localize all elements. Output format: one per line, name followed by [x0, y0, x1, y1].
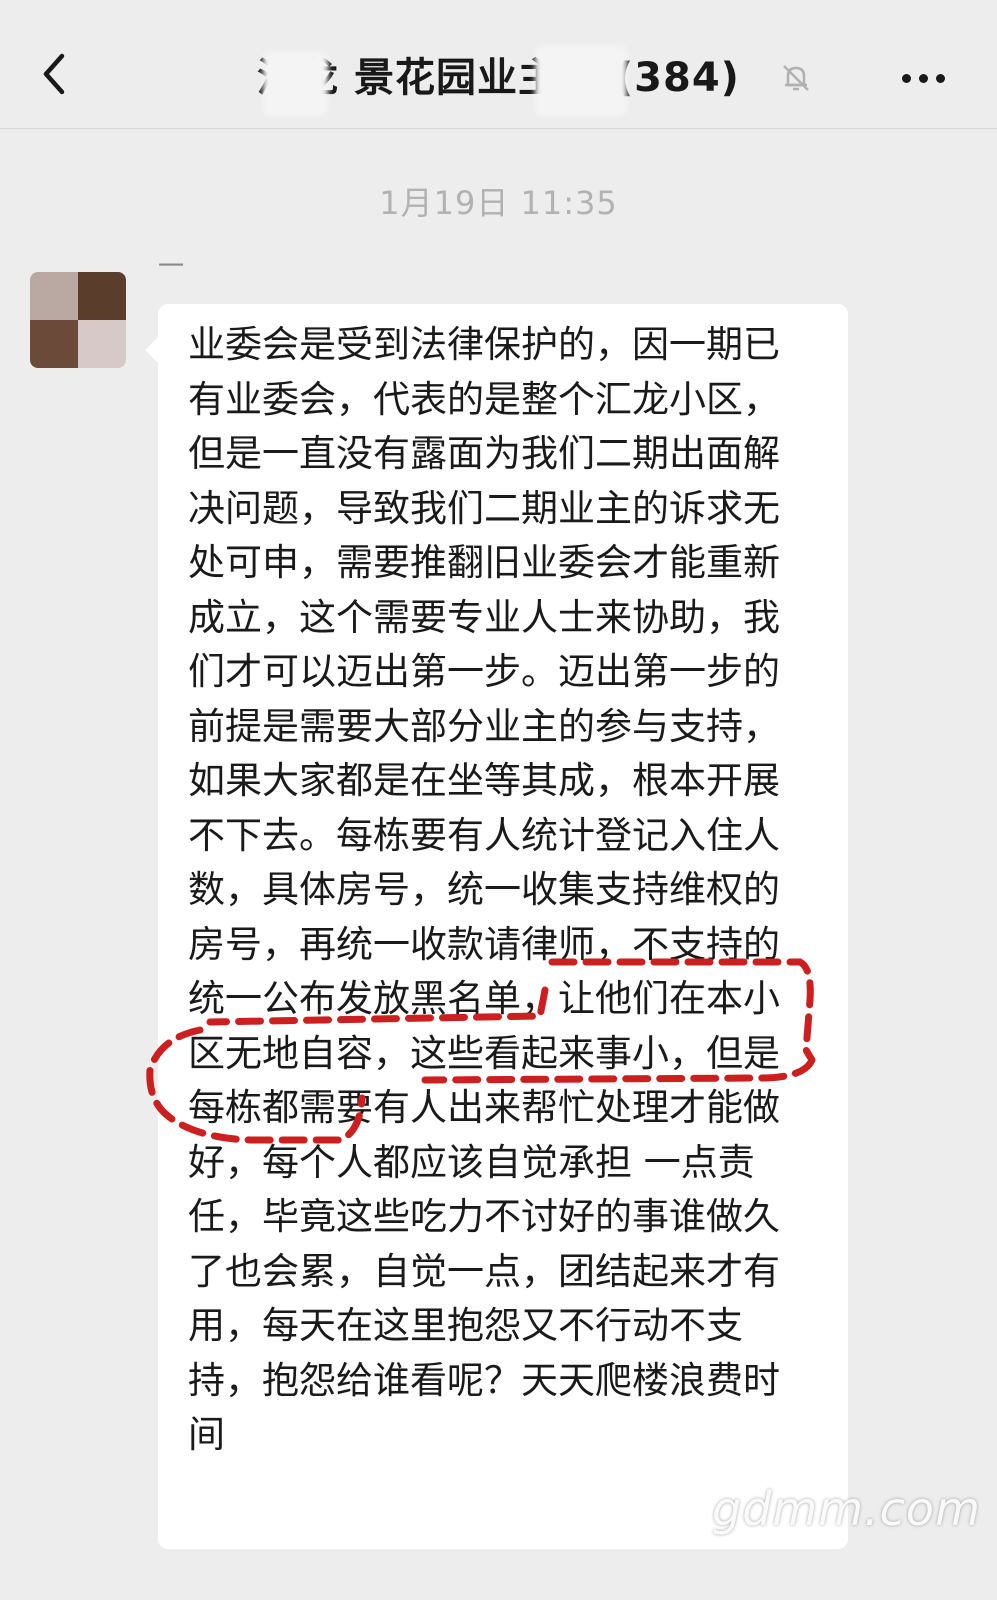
group-title: 汇龙 景花园业主 群(384): [257, 55, 740, 101]
message-timestamp: 1月19日 11:35: [379, 184, 618, 222]
more-options-button[interactable]: [888, 58, 958, 98]
avatar-pixel: [30, 320, 78, 368]
redaction-blur: [535, 46, 627, 116]
dot: [935, 73, 945, 83]
avatar-pixel: [78, 320, 126, 368]
redaction-blur: [263, 52, 328, 116]
back-button[interactable]: [28, 44, 88, 104]
chat-header: 汇龙 景花园业主 群(384): [0, 0, 997, 129]
bell-off-icon: [778, 60, 814, 96]
avatar[interactable]: [30, 272, 126, 368]
sender-name: 一: [158, 252, 185, 282]
more-dots-icon: [901, 73, 911, 83]
avatar-pixel: [30, 272, 78, 320]
bubble-tail: [145, 336, 159, 364]
avatar-pixel: [78, 272, 126, 320]
message-text: 业委会是受到法律保护的，因一期已有业委会，代表的是整个汇龙小区，但是一直没有露面…: [188, 323, 780, 1456]
dot: [918, 73, 928, 83]
watermark: gdmm.com: [712, 1482, 981, 1536]
chevron-left-icon: [43, 53, 65, 95]
